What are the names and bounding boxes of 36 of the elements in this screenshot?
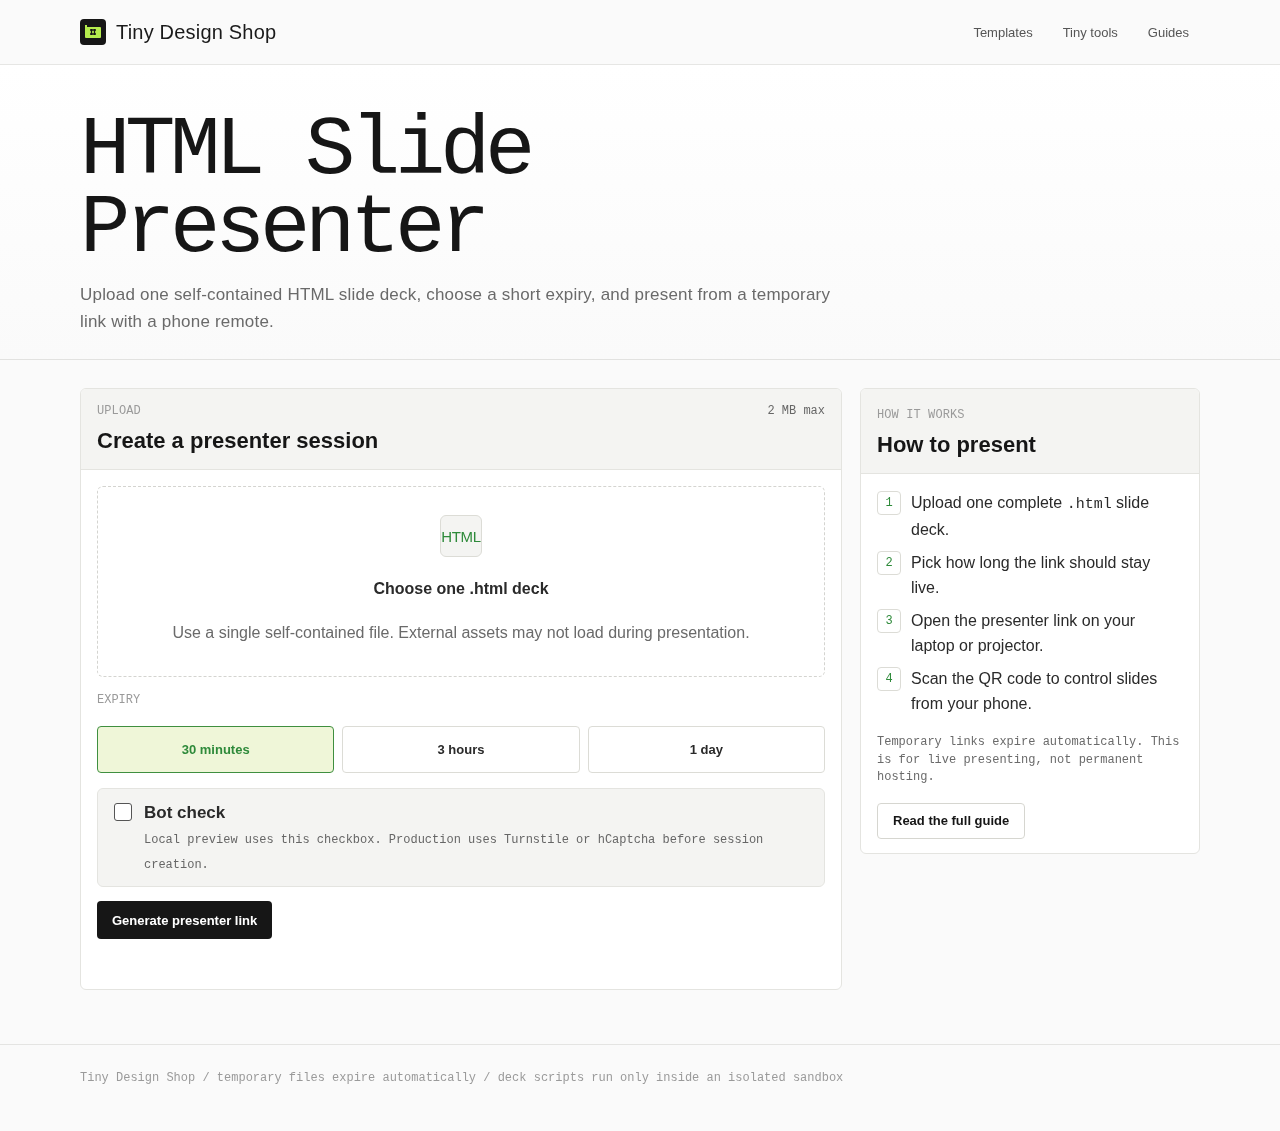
bot-check-description: Local preview uses this checkbox. Production uses Turnstile or hCaptcha before session creation. xyxy=(144,832,765,874)
expiry-option[interactable]: 30 minutes xyxy=(97,726,335,773)
guide-note: Temporary links expire automatically. This is for live presenting, not permanent hosting. xyxy=(877,734,1181,786)
nav-link[interactable]: Guides xyxy=(1147,20,1189,44)
logo-icon[interactable] xyxy=(80,19,106,45)
expiry-label: EXPIRY xyxy=(97,693,142,707)
step-text: Pick how long the link should stay live. xyxy=(911,553,1152,598)
page-title: HTML Slide xyxy=(80,112,531,190)
step-text: Open the presenter link on your laptop or projector. xyxy=(911,611,1137,656)
step-text: Upload one complete .html slide deck. xyxy=(911,493,1151,540)
expiry-option[interactable]: 1 day xyxy=(587,726,825,773)
generate-link-button[interactable]: Generate presenter link xyxy=(97,901,273,939)
checkbox[interactable] xyxy=(114,803,132,821)
footer-text: Tiny Design Shop / temporary files expire automatically / deck scripts run only inside an isolated sandbox xyxy=(80,1071,845,1085)
nav-link[interactable]: Templates xyxy=(973,20,1033,44)
nav-link[interactable]: Tiny tools xyxy=(1062,20,1118,44)
read-guide-button[interactable]: Read the full guide xyxy=(877,802,1026,839)
dropzone-title: Choose one .html deck xyxy=(373,580,549,598)
page-subtitle: Upload one self-contained HTML slide deck, choose a short expiry, and present from a temporary link with a phone remote. xyxy=(80,284,832,333)
step-text: Scan the QR code to control slides from your phone. xyxy=(911,669,1159,714)
dropzone-hint: Use a single self-contained file. External assets may not load during presentation. xyxy=(172,624,750,642)
file-type-tile: HTML xyxy=(440,515,482,557)
page-title: Presenter xyxy=(80,190,486,268)
file-dropzone[interactable]: HTML Choose one .html deck Use a single self-contained file. External assets may not load during presentation. xyxy=(97,486,825,677)
card-title: Create a presenter session xyxy=(97,427,380,455)
bot-check-label[interactable]: Bot check xyxy=(144,802,808,824)
card-eyebrow: HOW IT WORKS xyxy=(877,408,965,422)
card-eyebrow: UPLOAD xyxy=(97,404,141,418)
expiry-option[interactable]: 3 hours xyxy=(342,726,580,773)
step-number: 1 xyxy=(877,491,901,515)
brand-name[interactable]: Tiny Design Shop xyxy=(116,20,277,44)
size-limit: 2 MB max xyxy=(767,404,825,418)
step-number: 4 xyxy=(877,667,901,691)
step-number: 3 xyxy=(877,609,901,633)
card-title: How to present xyxy=(877,431,1037,459)
step-number: 2 xyxy=(877,551,901,575)
